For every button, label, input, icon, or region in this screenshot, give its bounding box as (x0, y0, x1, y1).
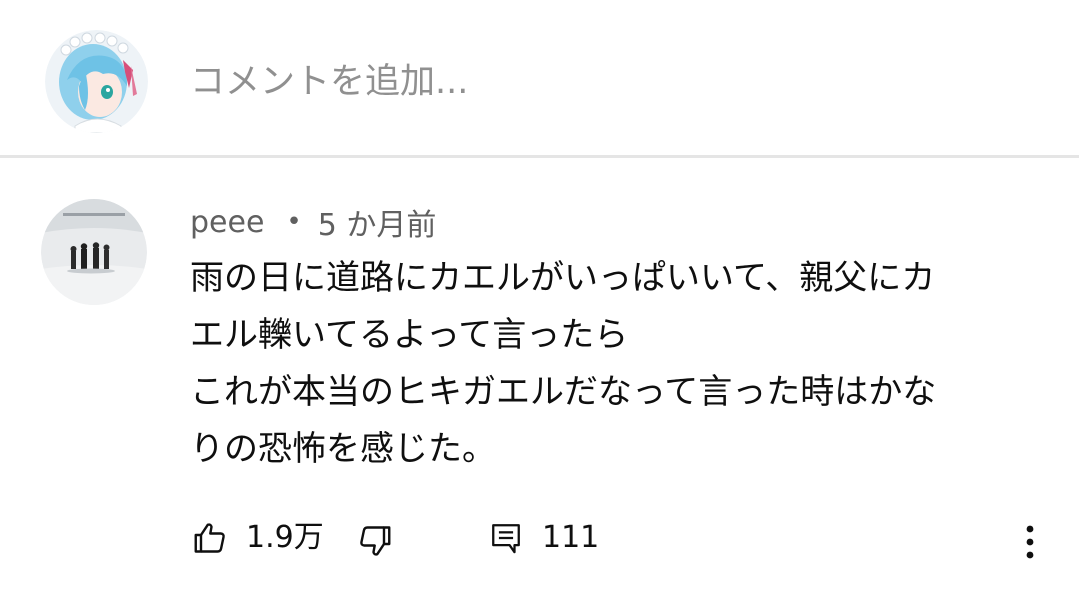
comment-meta: peee • 5 か月前 (190, 200, 436, 244)
dislike-button[interactable] (352, 518, 398, 564)
more-vertical-icon (1026, 525, 1034, 559)
comment-text-line: りの恐怖を感じた。 (190, 429, 496, 469)
comment-author-avatar[interactable] (41, 199, 147, 305)
comment-action-bar: 1.9万 111 (0, 508, 1079, 568)
section-divider (0, 155, 1079, 158)
comment-text-line: これが本当のヒキガエルだなって言った時はかな (190, 372, 937, 412)
more-actions-button[interactable] (1008, 514, 1052, 570)
add-comment-row (0, 0, 1079, 157)
thumbs-down-icon (360, 526, 391, 556)
reply-button[interactable] (484, 516, 528, 560)
comment-text: 雨の日に道路にカエルがいっぱいいて、親父にカ エル轢いてるよって言ったら これが… (190, 250, 1050, 478)
comments-panel: peee • 5 か月前 雨の日に道路にカエルがいっぱいいて、親父にカ エル轢い… (0, 0, 1079, 607)
album-cover-avatar-image (41, 199, 147, 305)
comment-timestamp: 5 か月前 (317, 208, 437, 243)
add-comment-input[interactable] (190, 56, 1050, 108)
comment-icon (492, 524, 520, 554)
comment-author-name[interactable]: peee (190, 205, 264, 240)
reply-count: 111 (542, 520, 600, 555)
like-button[interactable] (188, 516, 232, 560)
comment-text-line: エル轢いてるよって言ったら (190, 315, 629, 355)
like-count: 1.9万 (246, 520, 324, 555)
current-user-avatar[interactable] (45, 30, 148, 133)
meta-separator: • (286, 207, 302, 237)
thumbs-up-icon (194, 523, 225, 553)
anime-avatar-image (45, 30, 148, 133)
comment-text-line: 雨の日に道路にカエルがいっぱいいて、親父にカ (190, 258, 936, 298)
